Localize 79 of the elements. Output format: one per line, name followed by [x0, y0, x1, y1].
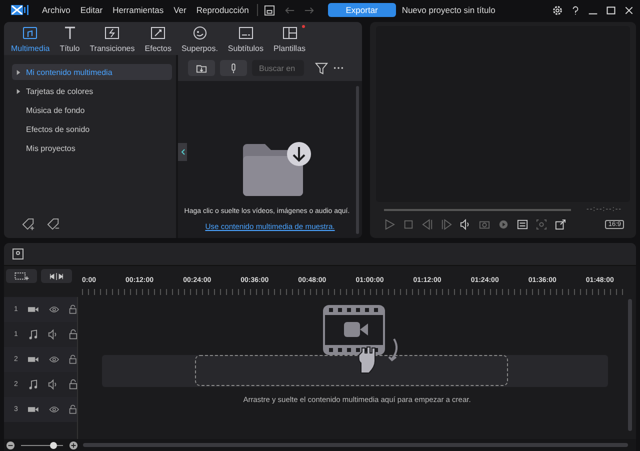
save-icon[interactable]: [264, 4, 275, 16]
close-icon[interactable]: [624, 4, 634, 16]
zoom-out-icon[interactable]: [6, 440, 15, 450]
import-icon: [196, 62, 207, 74]
lock-icon[interactable]: [69, 304, 77, 315]
fit-width-icon: [49, 272, 64, 280]
lock-icon[interactable]: [68, 329, 78, 340]
tab[interactable]: Efectos: [140, 22, 176, 55]
tab[interactable]: Transiciones: [84, 22, 140, 55]
export-button[interactable]: Exportar: [328, 3, 396, 17]
lock-icon[interactable]: [69, 354, 77, 365]
chevron-left-icon: [180, 149, 184, 155]
media-icon: [22, 24, 38, 40]
tab[interactable]: Título: [54, 22, 85, 55]
music-note-icon: [28, 329, 38, 340]
video-camera-icon: [28, 405, 40, 414]
tab[interactable]: Plantillas: [268, 22, 311, 55]
zoom-fit-icon[interactable]: [536, 219, 547, 230]
expand-icon[interactable]: [16, 88, 21, 94]
filter-icon[interactable]: [315, 62, 328, 74]
sidebar-item[interactable]: Efectos de sonido: [12, 121, 172, 137]
track-manager-icon[interactable]: [12, 248, 24, 260]
search-field[interactable]: Buscar en: [252, 60, 304, 76]
zoom-in-icon[interactable]: [69, 440, 78, 450]
video-camera-icon: [28, 355, 40, 364]
next-frame-icon[interactable]: [441, 219, 452, 230]
sidebar-item[interactable]: Tarjetas de colores: [12, 83, 172, 99]
tab[interactable]: Subtítulos: [222, 22, 268, 55]
collapse-button[interactable]: [178, 143, 187, 161]
settings-icon[interactable]: [552, 4, 563, 16]
eye-icon[interactable]: [49, 355, 60, 364]
play-icon[interactable]: [384, 219, 395, 230]
menu-item[interactable]: Herramientas: [112, 5, 164, 15]
undo-icon[interactable]: [284, 4, 295, 16]
record-button[interactable]: [220, 60, 247, 76]
sidebar-item[interactable]: Mis proyectos: [12, 140, 172, 156]
video-camera-icon: [28, 305, 40, 314]
lock-icon[interactable]: [68, 379, 78, 390]
menu-item[interactable]: Reproducción: [196, 5, 249, 15]
project-title: Nuevo proyecto sin título: [402, 5, 496, 15]
tab[interactable]: Multimedia: [6, 22, 55, 55]
help-icon[interactable]: [571, 4, 580, 16]
speaker-icon[interactable]: [48, 329, 59, 340]
record-icon[interactable]: [498, 219, 509, 230]
maximize-icon[interactable]: [606, 4, 616, 16]
eye-icon[interactable]: [49, 405, 60, 414]
fit-timeline-button[interactable]: [41, 269, 72, 283]
speaker-icon[interactable]: [48, 379, 59, 390]
camera-icon[interactable]: [479, 219, 490, 230]
add-track-icon: [14, 272, 29, 280]
sticker-icon: [192, 24, 208, 40]
import-button[interactable]: [188, 60, 215, 76]
lightning-icon: [104, 24, 120, 40]
template-icon: [282, 24, 298, 40]
expand-icon[interactable]: [16, 70, 21, 74]
folder-download-icon: [241, 142, 313, 198]
menu-item[interactable]: Archivo: [42, 5, 70, 15]
subtitle-icon: [238, 24, 254, 40]
more-icon[interactable]: [333, 66, 344, 70]
music-note-icon: [28, 379, 38, 390]
tab[interactable]: Superpos.: [176, 22, 223, 55]
sidebar-item[interactable]: Música de fondo: [12, 102, 172, 118]
previous-frame-icon[interactable]: [422, 219, 433, 230]
menu-item[interactable]: Ver: [174, 5, 186, 15]
stop-icon[interactable]: [403, 219, 414, 230]
horizontal-scrollbar[interactable]: [83, 443, 628, 447]
effect-icon: [150, 24, 166, 40]
external-window-icon[interactable]: [555, 219, 566, 230]
volume-icon[interactable]: [460, 219, 471, 230]
remove-tag-icon[interactable]: [47, 218, 60, 231]
list-icon[interactable]: [517, 219, 528, 230]
redo-icon[interactable]: [304, 4, 315, 16]
add-tag-icon[interactable]: [22, 218, 35, 231]
eye-icon[interactable]: [49, 305, 60, 314]
add-track-button[interactable]: [6, 269, 37, 283]
menu-item[interactable]: Editar: [80, 5, 103, 15]
app-logo-icon: [10, 3, 30, 17]
lock-icon[interactable]: [69, 404, 77, 415]
sidebar-item[interactable]: Mi contenido multimedia: [12, 64, 172, 80]
